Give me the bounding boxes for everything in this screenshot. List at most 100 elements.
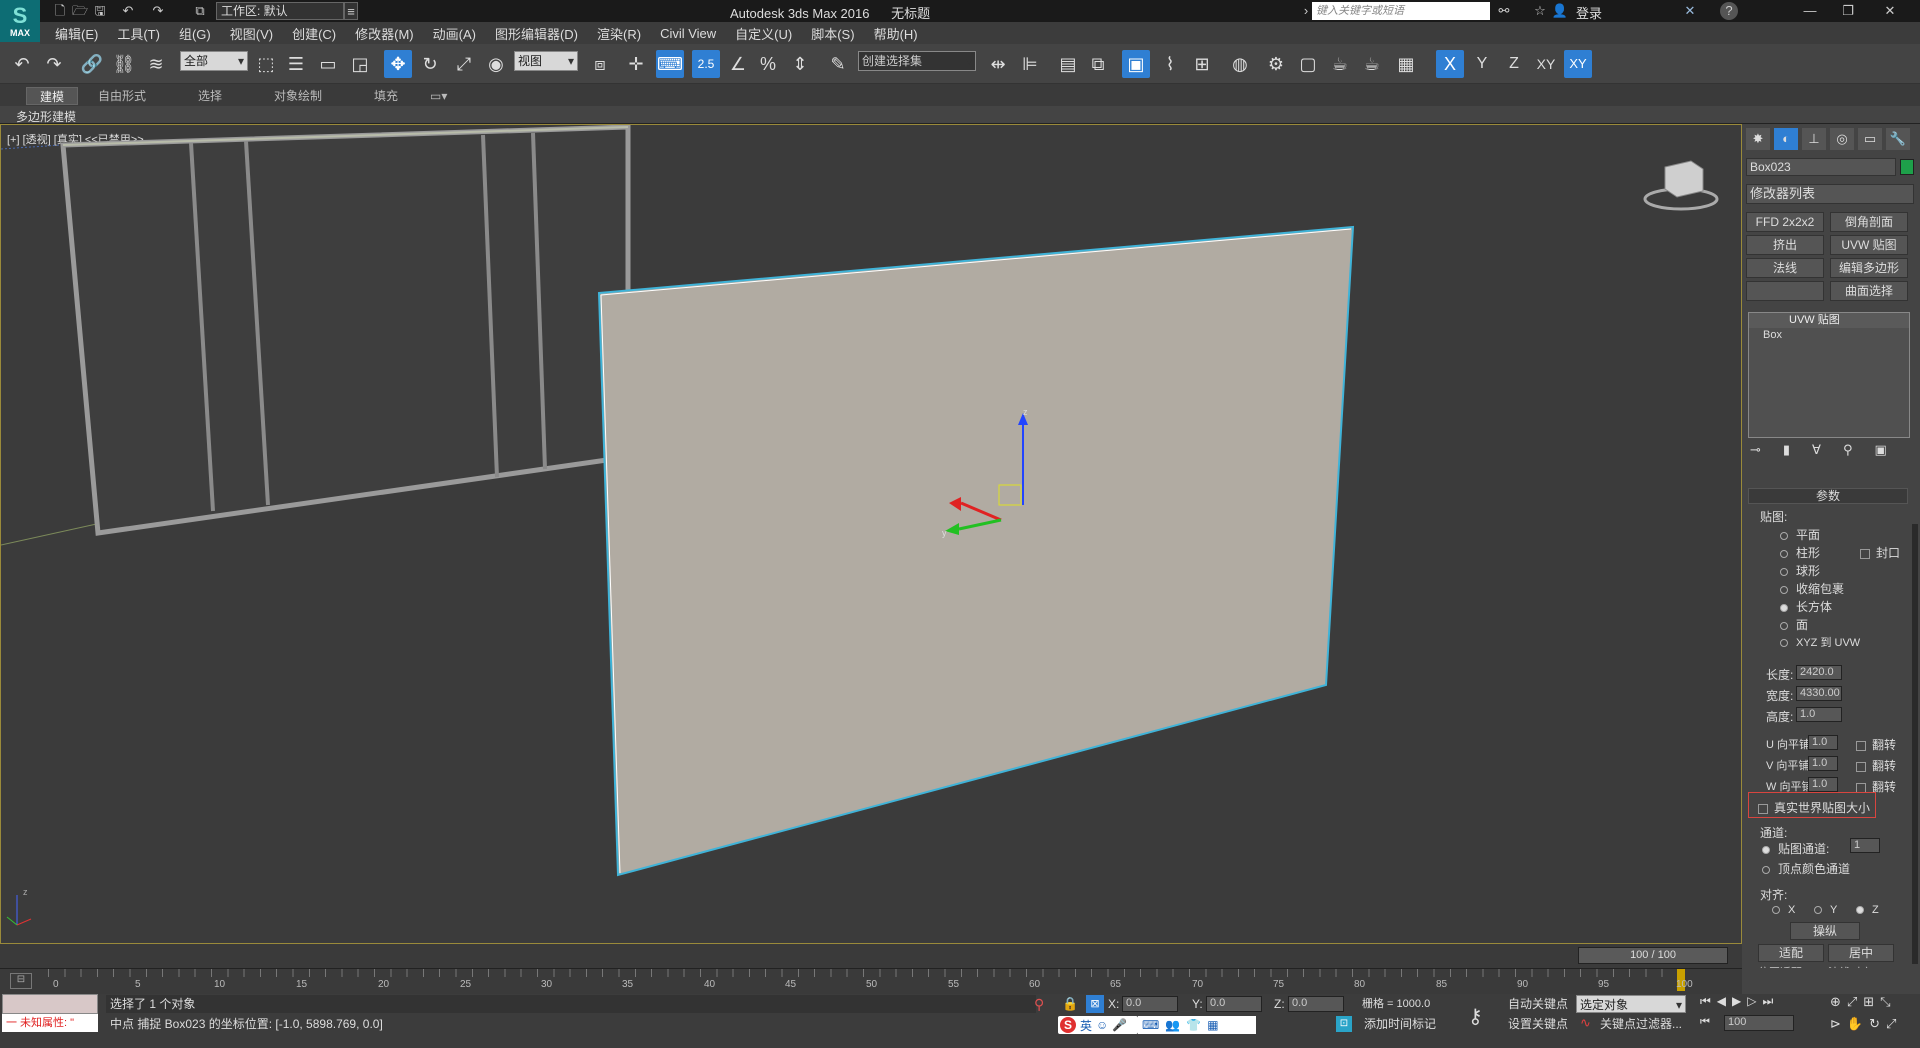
exchange-x-icon[interactable]: ✕ <box>1680 2 1700 20</box>
v-flip-checkbox[interactable]: 翻转 <box>1856 757 1896 774</box>
time-tag-icon[interactable]: ⊡ <box>1336 1016 1352 1032</box>
u-flip-checkbox[interactable]: 翻转 <box>1856 736 1896 753</box>
window-crossing-icon[interactable]: ◲ <box>346 50 374 78</box>
a360-render-icon[interactable]: ▦ <box>1392 50 1420 78</box>
help-search-input[interactable]: 键入关键字或短语 <box>1312 2 1490 20</box>
align-y-radio[interactable]: Y <box>1814 904 1837 916</box>
stack-item-uvw-map[interactable]: UVW 贴图 <box>1749 313 1909 328</box>
ime-mic-icon[interactable]: 🎤 <box>1112 1018 1127 1032</box>
menu-animation[interactable]: 动画(A) <box>433 24 476 43</box>
modifier-empty-button[interactable] <box>1746 281 1824 301</box>
axis-xy-button[interactable]: XY <box>1532 50 1560 78</box>
keyboard-shortcut-override-icon[interactable]: ⌨ <box>656 50 684 78</box>
hierarchy-tab-icon[interactable]: ⊥ <box>1802 128 1826 150</box>
material-editor-icon[interactable]: ◍ <box>1226 50 1254 78</box>
stack-controls-icons[interactable]: ⊸▮∀⚲▣ <box>1750 442 1909 458</box>
mapping-box-radio[interactable]: 长方体 <box>1780 598 1832 615</box>
ime-keyboard-icon[interactable]: ⌨ <box>1142 1018 1159 1032</box>
redo-icon[interactable]: ↷ <box>40 50 68 78</box>
parameters-rollout-header[interactable]: 参数 <box>1748 488 1908 504</box>
login-label[interactable]: 登录 <box>1576 3 1602 22</box>
select-move-icon[interactable]: ✥ <box>384 50 412 78</box>
y-coord-input[interactable]: 0.0 <box>1206 996 1262 1012</box>
time-slider-track[interactable]: 100 / 100 <box>0 944 1742 968</box>
reference-coordinate-dropdown[interactable]: 视图 <box>514 51 578 71</box>
key-mode-dropdown[interactable]: 选定对象 <box>1576 995 1686 1014</box>
user-icon[interactable]: 👤 <box>1550 2 1570 20</box>
ribbon-toggle-icon[interactable]: ▣ <box>1122 50 1150 78</box>
modifier-list-dropdown[interactable]: 修改器列表 <box>1746 184 1914 204</box>
menu-create[interactable]: 创建(C) <box>292 24 336 43</box>
time-slider-thumb[interactable]: 100 / 100 <box>1578 947 1728 964</box>
undo-icon[interactable]: ↶ <box>8 50 36 78</box>
ribbon-tab-freeform[interactable]: 自由形式 <box>98 87 146 105</box>
edit-named-selection-icon[interactable]: ✎ <box>824 50 852 78</box>
select-scale-icon[interactable]: ⤢ <box>450 50 478 78</box>
perspective-viewport[interactable]: [+] [透视] [真实] <<已禁用>> z y z <box>0 124 1742 944</box>
playback-controls[interactable]: ⏮◀▶▷⏭ <box>1700 994 1779 1009</box>
ribbon-sub-label[interactable]: 多边形建模 <box>16 108 76 125</box>
angle-snap-icon[interactable]: ∠ <box>724 50 752 78</box>
modifier-bevel-profile-button[interactable]: 倒角剖面 <box>1830 212 1908 232</box>
manipulate-icon[interactable]: ✛ <box>622 50 650 78</box>
menu-customize[interactable]: 自定义(U) <box>735 24 792 43</box>
bitmap-fit-button[interactable]: 位图适配 <box>1758 964 1824 968</box>
width-spinner[interactable]: 4330.00 <box>1796 686 1842 701</box>
modifier-edit-poly-button[interactable]: 编辑多边形 <box>1830 258 1908 278</box>
percent-snap-icon[interactable]: % <box>754 50 782 78</box>
key-filters-button[interactable]: 关键点过滤器... <box>1600 1015 1682 1033</box>
favorites-star-icon[interactable]: ☆ <box>1530 2 1550 20</box>
mapping-planar-radio[interactable]: 平面 <box>1780 526 1820 543</box>
mirror-icon[interactable]: ⇹ <box>984 50 1012 78</box>
ribbon-tab-selection[interactable]: 选择 <box>198 87 222 105</box>
absolute-mode-icon[interactable]: ⊠ <box>1086 995 1104 1013</box>
axis-xy-constraint-button[interactable]: XY <box>1564 50 1592 78</box>
menu-modifiers[interactable]: 修改器(M) <box>355 24 414 43</box>
ime-toolbar-extra[interactable]: ⌨ 👥 👕 ▦ <box>1138 1016 1256 1034</box>
mapping-shrink-wrap-radio[interactable]: 收缩包裹 <box>1780 580 1844 597</box>
align-z-radio[interactable]: Z <box>1856 904 1879 916</box>
snap-toggle-icon[interactable]: 2.5 <box>692 50 720 78</box>
modifier-uvw-map-button[interactable]: UVW 贴图 <box>1830 235 1908 255</box>
select-rotate-icon[interactable]: ↻ <box>416 50 444 78</box>
manipulate-button[interactable]: 操纵 <box>1790 922 1860 940</box>
undo-icon[interactable]: ↶ <box>118 2 138 20</box>
workspace-dropdown[interactable]: 工作区: 默认 <box>216 2 344 20</box>
modify-tab-icon[interactable]: ◐ <box>1774 128 1798 150</box>
auto-key-button[interactable]: 自动关键点 <box>1508 995 1568 1013</box>
place-icon[interactable]: ◉ <box>482 50 510 78</box>
object-color-swatch[interactable] <box>1900 159 1914 175</box>
maxscript-error-line[interactable]: 一 未知属性: " <box>2 1014 98 1032</box>
add-time-tag-button[interactable]: 添加时间标记 <box>1364 1015 1436 1033</box>
x-coord-input[interactable]: 0.0 <box>1122 996 1178 1012</box>
close-icon[interactable]: ✕ <box>1880 2 1900 20</box>
maxscript-listener-top[interactable] <box>2 994 98 1014</box>
select-by-name-icon[interactable]: ☰ <box>282 50 310 78</box>
z-coord-input[interactable]: 0.0 <box>1288 996 1344 1012</box>
app-logo[interactable]: S MAX <box>0 0 40 42</box>
restore-icon[interactable]: ❐ <box>1838 2 1858 20</box>
scene-explorer-icon[interactable]: ⧉ <box>1084 50 1112 78</box>
display-tab-icon[interactable]: ▭ <box>1858 128 1882 150</box>
redo-icon[interactable]: ↷ <box>148 2 168 20</box>
u-tile-spinner[interactable]: 1.0 <box>1808 735 1838 750</box>
render-setup-icon[interactable]: ⚙ <box>1262 50 1290 78</box>
w-tile-spinner[interactable]: 1.0 <box>1808 777 1838 792</box>
help-icon[interactable]: ? <box>1720 2 1738 20</box>
mapping-face-radio[interactable]: 面 <box>1780 616 1808 633</box>
motion-tab-icon[interactable]: ◎ <box>1830 128 1854 150</box>
modifier-surface-select-button[interactable]: 曲面选择 <box>1830 281 1908 301</box>
menu-views[interactable]: 视图(V) <box>230 24 273 43</box>
mini-curve-editor-icon[interactable]: ⊟ <box>10 973 32 989</box>
vertex-color-channel-radio[interactable]: 顶点颜色通道 <box>1762 860 1850 877</box>
menu-graph-editors[interactable]: 图形编辑器(D) <box>495 24 578 43</box>
key-icon[interactable]: ⚷ <box>1468 1004 1483 1029</box>
menu-help[interactable]: 帮助(H) <box>874 24 918 43</box>
object-name-input[interactable]: Box023 <box>1746 158 1896 176</box>
real-world-map-size-checkbox[interactable]: 真实世界贴图大小 <box>1758 799 1870 816</box>
ribbon-tab-object-paint[interactable]: 对象绘制 <box>274 87 322 105</box>
select-object-icon[interactable]: ⬚ <box>252 50 280 78</box>
command-panel-scrollbar[interactable] <box>1912 524 1918 964</box>
ribbon-tab-populate[interactable]: 填充 <box>374 87 398 105</box>
save-icon[interactable]: 🖫 <box>90 2 110 20</box>
